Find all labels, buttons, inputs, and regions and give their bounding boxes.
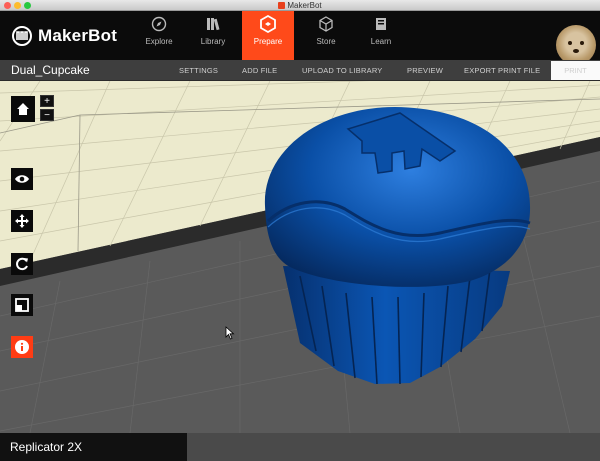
avatar-eye-left [568, 41, 572, 45]
add-file-button[interactable]: ADD FILE [242, 60, 277, 81]
learn-icon [355, 11, 407, 37]
nav-prepare-label: Prepare [253, 37, 283, 46]
library-icon [187, 11, 239, 37]
settings-button[interactable]: SETTINGS [179, 60, 218, 81]
nav-prepare[interactable]: Prepare [242, 11, 294, 60]
rotate-button[interactable] [11, 253, 33, 275]
store-icon [300, 11, 352, 37]
upload-to-library-button[interactable]: UPLOAD TO LIBRARY [302, 60, 383, 81]
scene-canvas [0, 81, 600, 433]
move-button[interactable] [11, 210, 33, 232]
brand-name: MakerBot [38, 26, 118, 45]
move-icon [15, 214, 29, 228]
nav-learn-label: Learn [370, 37, 392, 46]
export-print-file-button[interactable]: EXPORT PRINT FILE [464, 60, 540, 81]
top-nav-bar: MakerBot Explore Library Prepare Store L… [0, 11, 600, 65]
object-info-button[interactable] [11, 336, 33, 358]
print-button[interactable]: PRINT [551, 61, 600, 80]
project-name: Dual_Cupcake [11, 63, 90, 77]
prepare-icon [242, 11, 294, 37]
compass-icon [133, 11, 185, 37]
eye-icon [15, 175, 29, 183]
nav-library[interactable]: Library [187, 11, 239, 60]
status-bar: Replicator 2X [0, 433, 600, 461]
nav-store-label: Store [316, 37, 336, 46]
avatar-nose [573, 49, 579, 53]
app-icon [278, 2, 286, 9]
view-button[interactable] [11, 168, 33, 190]
scale-button[interactable] [11, 294, 33, 316]
project-toolbar: Dual_Cupcake SETTINGS ADD FILE UPLOAD TO… [0, 60, 600, 81]
user-avatar[interactable] [556, 25, 596, 65]
makerbot-m-icon [12, 26, 32, 46]
window-title: MakerBot [0, 0, 600, 11]
makerbot-logo[interactable]: MakerBot [12, 24, 117, 48]
nav-library-label: Library [200, 37, 226, 46]
cupcake-top [264, 107, 531, 287]
nav-store[interactable]: Store [300, 11, 352, 60]
nav-explore[interactable]: Explore [133, 11, 185, 60]
preview-button[interactable]: PREVIEW [407, 60, 443, 81]
nav-explore-label: Explore [145, 37, 173, 46]
window-titlebar: MakerBot [0, 0, 600, 11]
build-plate-viewport[interactable]: + − [0, 81, 600, 433]
info-icon [15, 340, 29, 354]
rotate-icon [16, 257, 28, 271]
home-view-button[interactable] [11, 96, 35, 122]
avatar-eye-right [580, 41, 584, 45]
scale-icon [15, 298, 29, 312]
printer-selector[interactable]: Replicator 2X [0, 433, 187, 461]
zoom-out-button[interactable]: − [40, 109, 54, 121]
window-title-text: MakerBot [287, 1, 322, 10]
home-icon [17, 103, 29, 115]
nav-learn[interactable]: Learn [355, 11, 407, 60]
zoom-in-button[interactable]: + [40, 95, 54, 107]
